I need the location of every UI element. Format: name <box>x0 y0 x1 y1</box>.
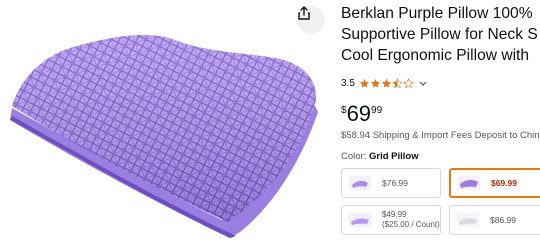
variant-option-4[interactable]: $86.99 <box>449 205 540 235</box>
color-value: Grid Pillow <box>368 151 419 162</box>
variant-thumbnail <box>349 176 371 190</box>
rating-value: 3.5 <box>341 78 355 89</box>
star-half-icon <box>392 78 403 89</box>
chevron-down-icon[interactable] <box>419 81 427 87</box>
color-selector-label: Color: Grid Pillow <box>341 151 419 162</box>
variant-price: $49.99 <box>382 210 407 219</box>
variant-price: $69.99 <box>491 178 517 188</box>
title-line-2: Supportive Pillow for Neck S <box>341 26 538 43</box>
share-icon <box>298 6 310 20</box>
star-empty-icon <box>403 78 414 89</box>
star-icon <box>359 78 369 88</box>
price-fraction: 99 <box>371 105 383 116</box>
variant-price: $86.99 <box>490 215 516 225</box>
star-rating <box>359 78 414 89</box>
rating[interactable]: 3.5 <box>341 78 427 89</box>
star-icon <box>381 78 391 88</box>
variant-price-block: $49.99 ($25.00 / Count) <box>382 210 440 230</box>
pillow-image <box>10 34 318 238</box>
variant-price: $76.99 <box>382 178 408 188</box>
product-title[interactable]: Berklan Purple Pillow 100% Supportive Pi… <box>341 3 540 66</box>
share-button[interactable] <box>297 6 325 34</box>
product-image[interactable] <box>0 0 330 240</box>
variant-thumbnail <box>458 176 480 190</box>
variant-thumbnail <box>457 213 479 227</box>
title-line-3: Cool Ergonomic Pillow with <box>341 47 530 64</box>
shipping-info[interactable]: $58.94 Shipping & Import Fees Deposit to… <box>341 130 540 141</box>
title-line-1: Berklan Purple Pillow 100% <box>341 5 533 22</box>
variant-option-3[interactable]: $49.99 ($25.00 / Count) <box>341 205 441 235</box>
price: $ 69 99 <box>341 102 382 126</box>
variant-option-1[interactable]: $76.99 <box>341 168 441 198</box>
variant-thumbnail <box>349 213 371 227</box>
product-details: Berklan Purple Pillow 100% Supportive Pi… <box>341 0 540 240</box>
color-label: Color: <box>341 151 367 162</box>
price-whole: 69 <box>346 101 372 126</box>
variant-option-2[interactable]: $69.99 <box>449 168 540 198</box>
star-icon <box>370 78 380 88</box>
variant-unit-price: ($25.00 / Count) <box>382 220 440 229</box>
